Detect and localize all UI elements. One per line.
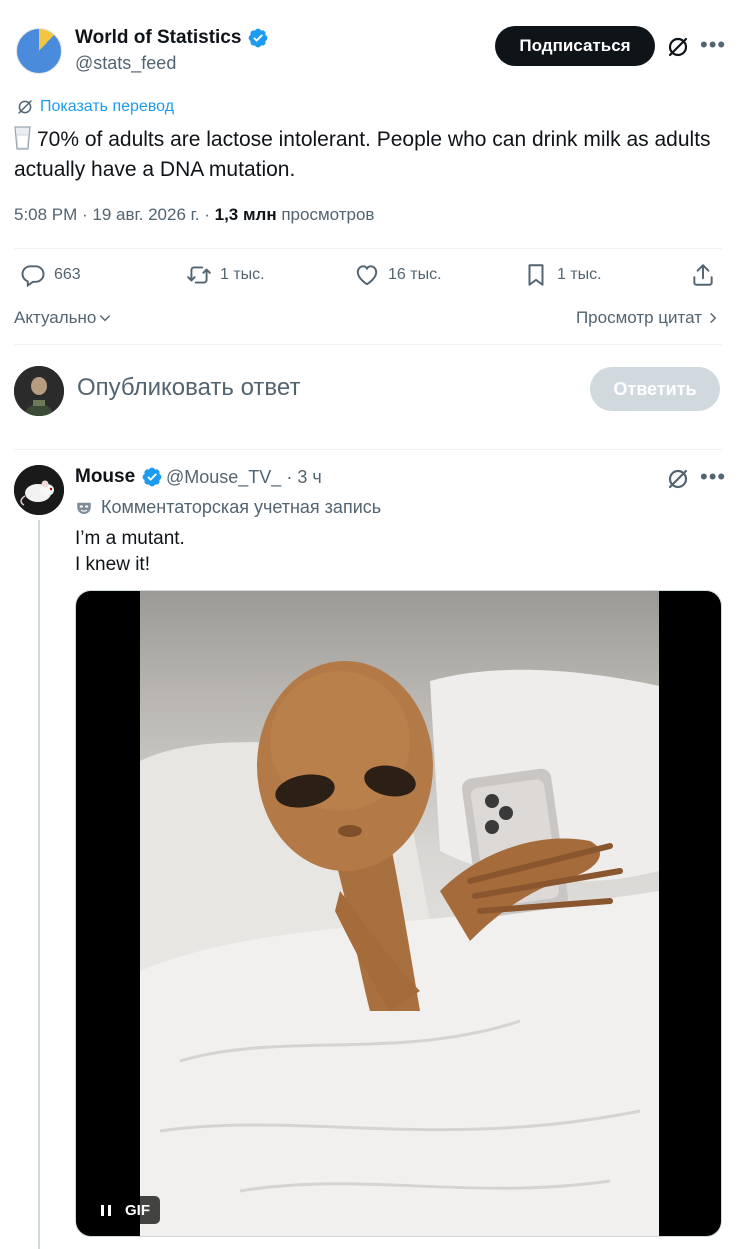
gif-media[interactable]: GIF [75, 590, 722, 1237]
share-icon [693, 264, 713, 286]
view-quotes-link[interactable]: Просмотр цитат [576, 308, 720, 328]
grok-icon[interactable] [666, 467, 690, 491]
reply-text: I’m a mutant. I knew it! [75, 526, 185, 578]
commentator-account-text: Комментаторская учетная запись [101, 497, 382, 517]
follow-button[interactable]: Подписаться [495, 26, 655, 66]
grok-icon[interactable] [666, 35, 690, 59]
replies-count: 663 [54, 266, 81, 283]
commentator-account-label: Комментаторская учетная запись [75, 497, 381, 518]
author-name-row[interactable]: World of Statistics [75, 27, 269, 49]
bookmark-icon [528, 264, 544, 286]
reply-author-avatar[interactable] [14, 465, 64, 515]
mask-icon [77, 502, 91, 514]
gif-label: GIF [125, 1201, 150, 1219]
reply-button[interactable]: Ответить [590, 367, 720, 411]
verified-badge-icon [249, 28, 268, 48]
reply-text-line: I’m a mutant. [75, 528, 185, 549]
views-label: просмотров [276, 205, 375, 224]
show-translation-label[interactable]: Показать перевод [40, 98, 174, 116]
action-bar: 663 1 тыс. 16 тыс. 1 тыс. [14, 262, 722, 298]
author-handle[interactable]: @stats_feed [75, 53, 176, 74]
divider [14, 248, 722, 249]
author-avatar[interactable] [16, 28, 62, 74]
show-translation-link[interactable]: Показать перевод [16, 98, 174, 116]
verified-badge-icon [142, 467, 162, 487]
likes-count: 16 тыс. [388, 266, 442, 283]
tweet-text: 70% of adults are lactose intolerant. Pe… [14, 125, 714, 185]
repost-icon [187, 266, 211, 284]
reposts-count: 1 тыс. [220, 266, 265, 283]
more-icon[interactable]: ••• [700, 466, 726, 488]
reply-text-line: I knew it! [75, 554, 150, 575]
gif-badge[interactable]: GIF [91, 1196, 160, 1224]
pause-icon[interactable] [101, 1204, 111, 1216]
tweet-meta: 5:08 PM · 19 авг. 2026 г. · 1,3 млн прос… [14, 205, 374, 225]
view-quotes-label: Просмотр цитат [575, 308, 702, 327]
milk-glass-icon [14, 126, 31, 150]
author-name[interactable]: World of Statistics [75, 27, 241, 49]
views-count: 1,3 млн [214, 205, 277, 224]
more-icon[interactable]: ••• [700, 34, 726, 56]
alien-in-bed-illustration [140, 661, 659, 1236]
like-action[interactable]: 16 тыс. [354, 262, 442, 288]
repost-action[interactable]: 1 тыс. [186, 262, 265, 288]
divider [14, 449, 722, 450]
sort-relevance-dropdown[interactable]: Актуально [14, 308, 112, 328]
divider [14, 344, 722, 345]
bookmarks-count: 1 тыс. [557, 266, 602, 283]
sort-relevance-label: Актуально [14, 308, 97, 327]
chevron-down-icon [100, 315, 111, 322]
reply-icon [21, 265, 45, 288]
thread-line [38, 520, 40, 1249]
mouse-avatar-icon [14, 465, 64, 515]
share-action[interactable] [690, 262, 716, 288]
reply-author-name-row[interactable]: Mouse [75, 466, 163, 488]
current-user-avatar[interactable] [14, 366, 64, 416]
reply-author-name[interactable]: Mouse [75, 466, 135, 488]
tweet-text-content: 70% of adults are lactose intolerant. Pe… [14, 128, 711, 181]
avatar-portrait-icon [14, 366, 64, 416]
gif-image [140, 591, 659, 1236]
chevron-right-icon [710, 312, 717, 324]
tweet-time[interactable]: 5:08 PM · 19 авг. 2026 г. · [14, 205, 215, 224]
grok-small-icon [18, 100, 32, 114]
reply-action[interactable]: 663 [20, 262, 81, 288]
reply-input[interactable]: Опубликовать ответ [77, 374, 300, 402]
heart-icon [356, 265, 378, 286]
bookmark-action[interactable]: 1 тыс. [523, 262, 602, 288]
reply-author-handle[interactable]: @Mouse_TV_ · 3 ч [166, 467, 322, 488]
